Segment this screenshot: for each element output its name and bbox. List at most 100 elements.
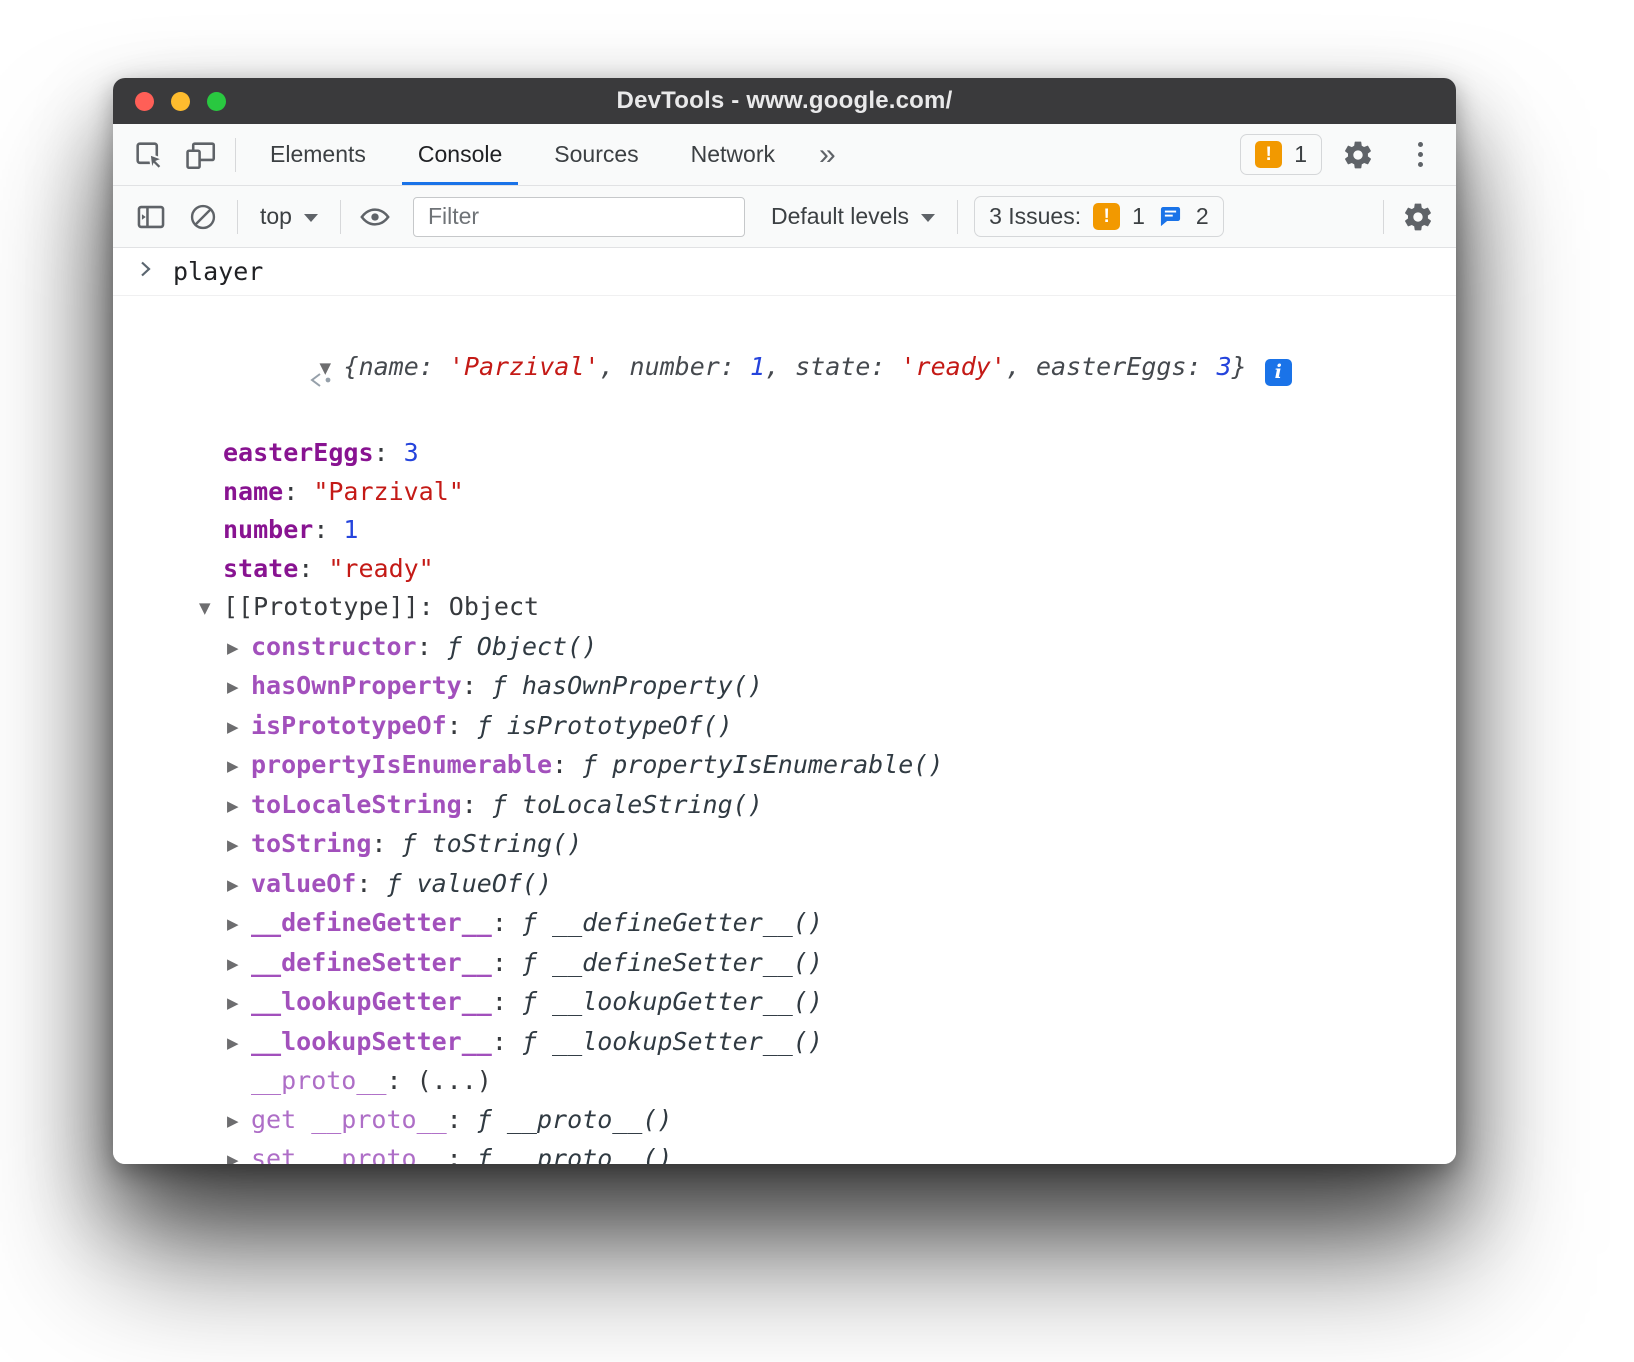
close-window-button[interactable] — [135, 92, 154, 111]
token-punct: : — [419, 592, 449, 621]
object-property-row[interactable]: __proto__: (...) — [113, 1062, 1456, 1101]
disclosure-triangle-icon[interactable]: ▶ — [227, 945, 251, 984]
console-result-entry: ▼ {name: 'Parzival', number: 1, state: 'r… — [113, 296, 1456, 1164]
issues-button[interactable]: 3 Issues: ! 1 2 — [974, 196, 1224, 237]
object-property-row[interactable]: ▶toLocaleString: ƒ toLocaleString() — [113, 786, 1456, 826]
disclosure-triangle-icon[interactable]: ▶ — [227, 668, 251, 707]
object-property-row[interactable]: ▶__lookupSetter__: ƒ __lookupSetter__() — [113, 1023, 1456, 1063]
disclosure-triangle-icon[interactable]: ▶ — [227, 787, 251, 826]
object-property-row[interactable]: ▶get __proto__: ƒ __proto__() — [113, 1101, 1456, 1141]
divider — [957, 200, 958, 234]
console-panel: player ▼ {name: 'Parzival', number: 1, st… — [113, 248, 1456, 1164]
context-label: top — [260, 203, 292, 230]
execution-context-selector[interactable]: top — [246, 203, 332, 230]
tab-elements[interactable]: Elements — [244, 124, 392, 185]
token-punct: : — [492, 908, 522, 937]
disclosure-triangle-icon[interactable]: ▶ — [227, 708, 251, 747]
console-sidebar-toggle-button[interactable] — [125, 193, 177, 241]
error-count-badge[interactable]: ! 1 — [1240, 134, 1322, 175]
object-property-row[interactable]: ▶constructor: ƒ Object() — [113, 628, 1456, 668]
token-keydim: toLocaleString — [251, 790, 462, 819]
gear-icon — [1402, 201, 1434, 233]
object-property-row[interactable]: ▶__lookupGetter__: ƒ __lookupGetter__() — [113, 983, 1456, 1023]
token-pkey: easterEggs — [1036, 352, 1187, 381]
create-live-expression-button[interactable] — [349, 193, 401, 241]
token-key: name — [223, 477, 283, 506]
disclosure-triangle-icon[interactable]: ▶ — [227, 1024, 251, 1063]
traffic-lights — [135, 78, 226, 124]
evaluation-result-row[interactable]: ▼{name: 'Parzival', number: 1, state: 'r… — [113, 301, 1456, 434]
fullscreen-window-button[interactable] — [207, 92, 226, 111]
inspect-element-button[interactable] — [123, 131, 175, 179]
object-property-row[interactable]: number: 1 — [113, 511, 1456, 550]
token-punct: : — [552, 750, 582, 779]
token-pkey: number — [630, 352, 720, 381]
disclosure-triangle-icon[interactable]: ▶ — [227, 629, 251, 668]
info-icon[interactable]: i — [1265, 359, 1292, 386]
issue-message-icon — [1157, 203, 1184, 230]
error-icon: ! — [1255, 141, 1282, 168]
object-property-row[interactable]: ▶toString: ƒ toString() — [113, 825, 1456, 865]
token-fn: ƒ __proto__() — [477, 1144, 673, 1164]
chevron-down-icon — [921, 214, 935, 222]
object-property-row[interactable]: name: "Parzival" — [113, 473, 1456, 512]
token-plain: (...) — [417, 1066, 492, 1095]
gear-icon — [1342, 139, 1374, 171]
token-pnumber: 3 — [1217, 352, 1232, 381]
disclosure-triangle-icon[interactable]: ▶ — [227, 984, 251, 1023]
disclosure-triangle-icon[interactable]: ▶ — [227, 905, 251, 944]
more-options-menu-button[interactable] — [1394, 131, 1446, 179]
object-property-row[interactable]: ▼[[Prototype]]: Object — [113, 588, 1456, 628]
token-string: "Parzival" — [313, 477, 464, 506]
token-pplain: , — [1006, 352, 1036, 381]
object-property-row[interactable]: ▶propertyIsEnumerable: ƒ propertyIsEnume… — [113, 746, 1456, 786]
tab-network[interactable]: Network — [665, 124, 801, 185]
devtools-window: DevTools - www.google.com/ Elements — [113, 78, 1456, 1164]
token-keydim: __lookupGetter__ — [251, 987, 492, 1016]
disclosure-triangle-icon[interactable]: ▶ — [227, 866, 251, 905]
token-key: number — [223, 515, 313, 544]
device-toolbar-icon — [184, 138, 218, 172]
object-property-row[interactable]: state: "ready" — [113, 550, 1456, 589]
object-preview: {name: 'Parzival', number: 1, state: 're… — [344, 352, 1247, 381]
settings-button[interactable] — [1332, 131, 1384, 179]
issue-message-count: 2 — [1196, 203, 1209, 230]
tab-sources[interactable]: Sources — [528, 124, 664, 185]
token-keydim: propertyIsEnumerable — [251, 750, 552, 779]
minimize-window-button[interactable] — [171, 92, 190, 111]
filter-input[interactable] — [413, 197, 745, 237]
window-titlebar[interactable]: DevTools - www.google.com/ — [113, 78, 1456, 124]
disclosure-triangle-icon[interactable]: ▶ — [227, 1141, 251, 1164]
disclosure-triangle-icon[interactable]: ▶ — [227, 826, 251, 865]
token-punct: : — [374, 438, 404, 467]
token-pplain: : — [419, 352, 449, 381]
token-pplain: , — [765, 352, 795, 381]
token-punct: : — [313, 515, 343, 544]
object-property-row[interactable]: ▶hasOwnProperty: ƒ hasOwnProperty() — [113, 667, 1456, 707]
disclosure-triangle-icon[interactable]: ▶ — [227, 747, 251, 786]
console-settings-button[interactable] — [1392, 193, 1444, 241]
more-tabs-button[interactable]: » — [801, 124, 854, 185]
disclosure-triangle-icon[interactable]: ▼ — [199, 589, 223, 628]
token-keydim: __lookupSetter__ — [251, 1027, 492, 1056]
object-property-row[interactable]: ▶valueOf: ƒ valueOf() — [113, 865, 1456, 905]
clear-console-button[interactable] — [177, 193, 229, 241]
object-property-row[interactable]: ▶__defineSetter__: ƒ __defineSetter__() — [113, 944, 1456, 984]
divider — [235, 138, 236, 172]
divider — [237, 200, 238, 234]
tab-label: Elements — [270, 141, 366, 168]
console-command-entry[interactable]: player — [113, 248, 1456, 296]
token-punct: : — [283, 477, 313, 506]
disclosure-triangle-icon[interactable]: ▶ — [227, 1102, 251, 1141]
object-property-row[interactable]: ▶isPrototypeOf: ƒ isPrototypeOf() — [113, 707, 1456, 747]
object-property-row[interactable]: ▶set __proto__: ƒ __proto__() — [113, 1140, 1456, 1164]
log-levels-selector[interactable]: Default levels — [757, 203, 949, 230]
token-key: state — [223, 554, 298, 583]
object-property-row[interactable]: ▶__defineGetter__: ƒ __defineGetter__() — [113, 904, 1456, 944]
token-fn: ƒ __lookupSetter__() — [522, 1027, 823, 1056]
tab-console[interactable]: Console — [392, 124, 528, 185]
token-punct: : — [356, 869, 386, 898]
tab-label: Console — [418, 141, 502, 168]
device-toolbar-button[interactable] — [175, 131, 227, 179]
token-punct: : — [492, 987, 522, 1016]
